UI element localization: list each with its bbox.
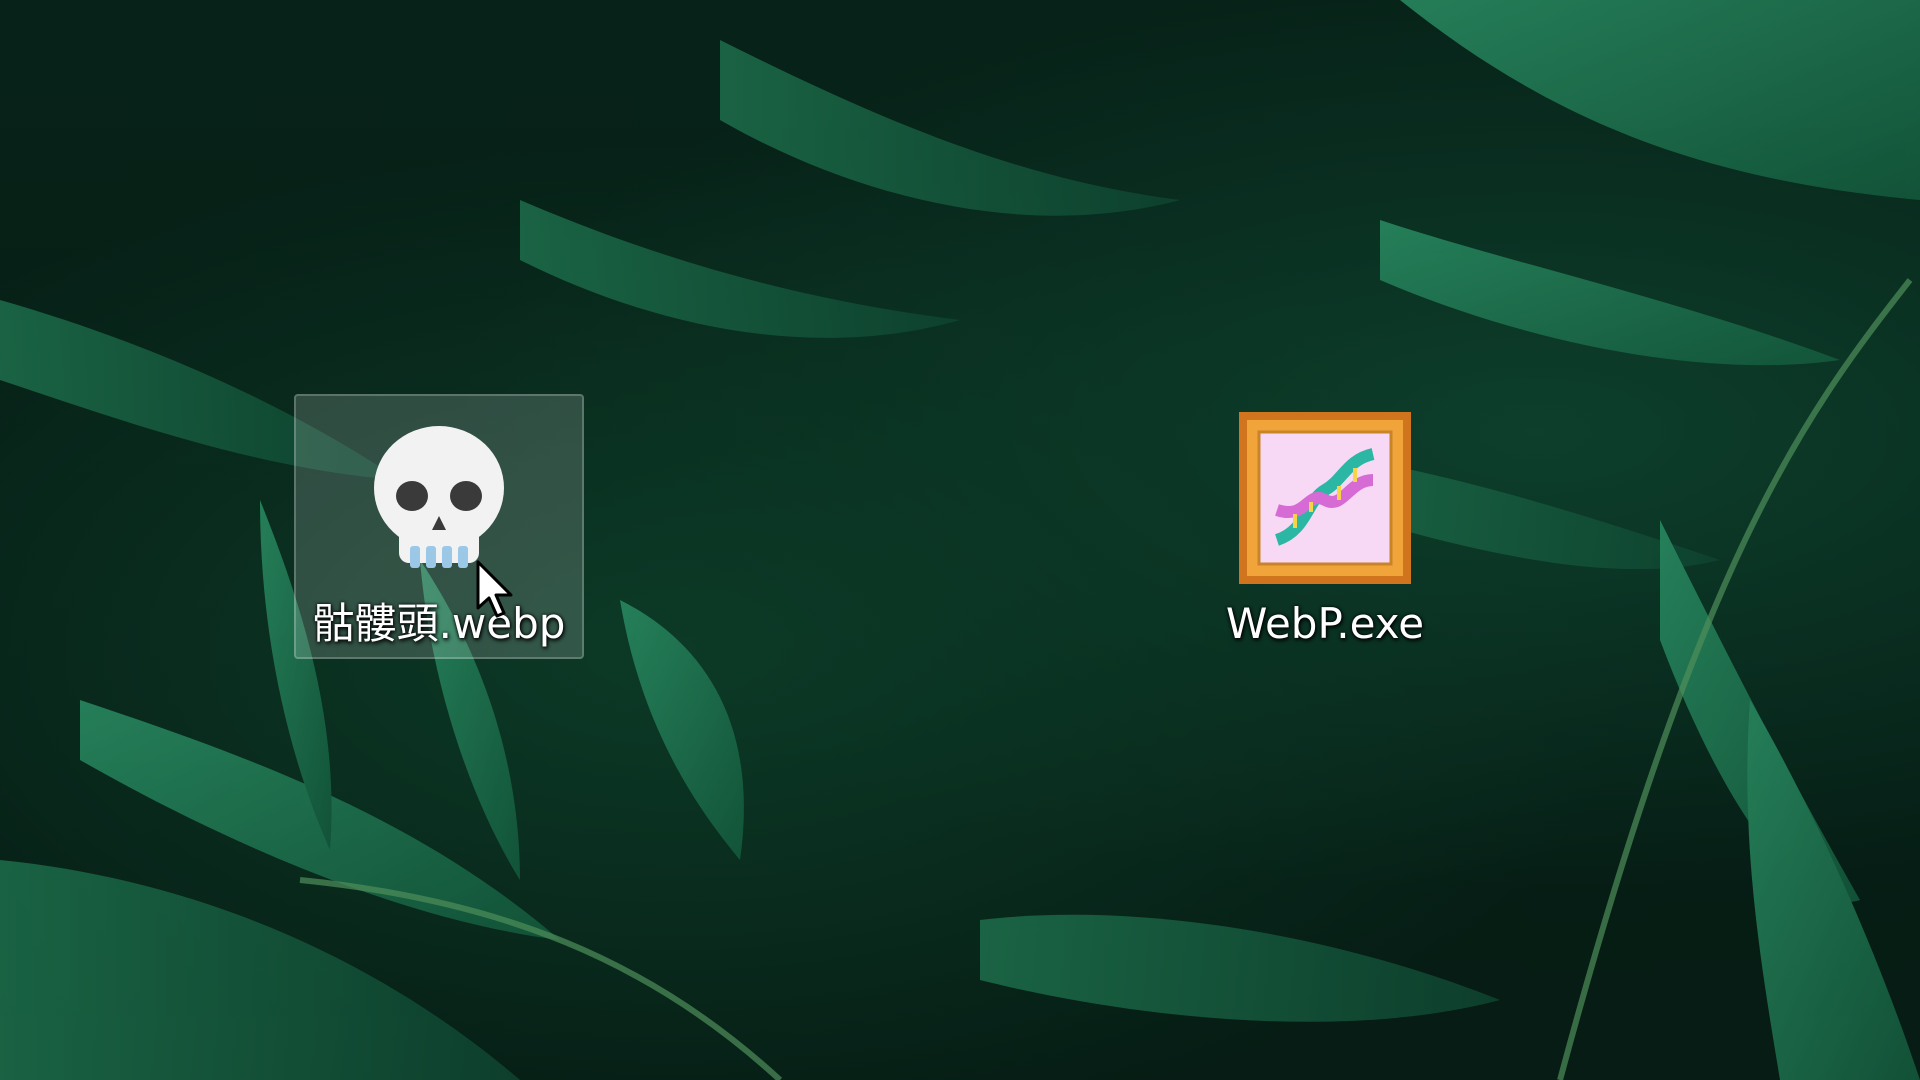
dna-frame-icon	[1235, 408, 1415, 588]
desktop-icon-label: WebP.exe	[1225, 599, 1425, 648]
fern-leaves-background	[0, 0, 1920, 1080]
desktop-icon-label: 骷髏頭.webp	[312, 599, 566, 648]
desktop-wallpaper	[0, 0, 1920, 1080]
desktop-icon-skull-webp[interactable]: 骷髏頭.webp	[294, 394, 584, 659]
desktop-icon-webp-exe[interactable]: WebP.exe	[1180, 394, 1470, 659]
arrow-pointer-icon	[476, 560, 516, 620]
